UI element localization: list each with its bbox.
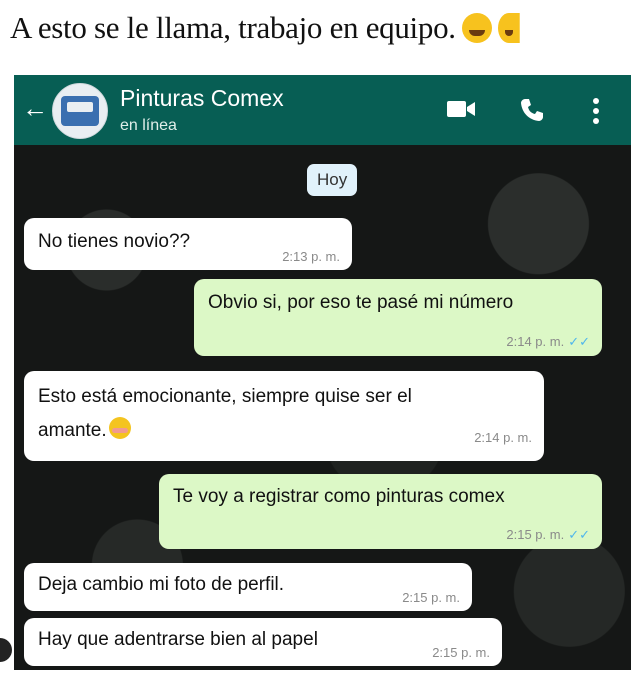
rofl-emoji-icon xyxy=(461,13,492,43)
message-time: 2:13 p. m. xyxy=(282,249,340,264)
caption-text: A esto se le llama, trabajo en equipo. xyxy=(10,10,456,45)
blushing-emoji-icon xyxy=(108,417,131,439)
video-camera-icon[interactable] xyxy=(446,97,476,121)
message-meta: 2:15 p. m. ✓✓ xyxy=(506,527,590,543)
message-text-line1: Esto está emocionante, siempre quise ser… xyxy=(38,386,412,407)
chat-screen: ← Pinturas Comex en línea Hoy No tienes … xyxy=(14,75,631,670)
message-text-line2: amante. xyxy=(38,420,107,441)
message-text: Obvio si, por eso te pasé mi número xyxy=(208,292,514,313)
message-incoming[interactable]: Deja cambio mi foto de perfil. 2:15 p. m… xyxy=(24,563,472,611)
message-time: 2:15 p. m. xyxy=(432,645,490,660)
message-meta: 2:14 p. m. ✓✓ xyxy=(506,334,590,350)
message-time: 2:15 p. m. xyxy=(506,527,565,542)
message-time: 2:14 p. m. xyxy=(506,334,565,349)
read-ticks-icon: ✓✓ xyxy=(568,334,590,349)
message-time: 2:14 p. m. xyxy=(474,430,532,445)
grin-sweat-emoji-icon xyxy=(497,13,520,43)
more-vertical-icon[interactable] xyxy=(591,97,601,125)
message-outgoing[interactable]: Obvio si, por eso te pasé mi número 2:14… xyxy=(194,279,602,356)
message-time: 2:15 p. m. xyxy=(402,590,460,605)
chat-header: ← Pinturas Comex en línea xyxy=(14,75,631,145)
message-outgoing[interactable]: Te voy a registrar como pinturas comex 2… xyxy=(159,474,602,549)
message-incoming[interactable]: No tienes novio?? 2:13 p. m. xyxy=(24,218,352,270)
read-ticks-icon: ✓✓ xyxy=(568,527,590,542)
message-text: Te voy a registrar como pinturas comex xyxy=(173,486,505,507)
arrow-left-icon[interactable]: ← xyxy=(22,93,48,123)
message-incoming[interactable]: Hay que adentrarse bien al papel 2:15 p.… xyxy=(24,618,502,666)
edge-decoration xyxy=(0,638,12,662)
contact-name[interactable]: Pinturas Comex xyxy=(120,85,284,112)
contact-avatar[interactable] xyxy=(52,83,108,139)
message-incoming[interactable]: Esto está emocionante, siempre quise ser… xyxy=(24,371,544,461)
post-caption: A esto se le llama, trabajo en equipo. xyxy=(10,10,520,46)
date-separator: Hoy xyxy=(307,164,358,196)
phone-icon[interactable] xyxy=(519,97,545,123)
contact-status: en línea xyxy=(120,117,177,134)
